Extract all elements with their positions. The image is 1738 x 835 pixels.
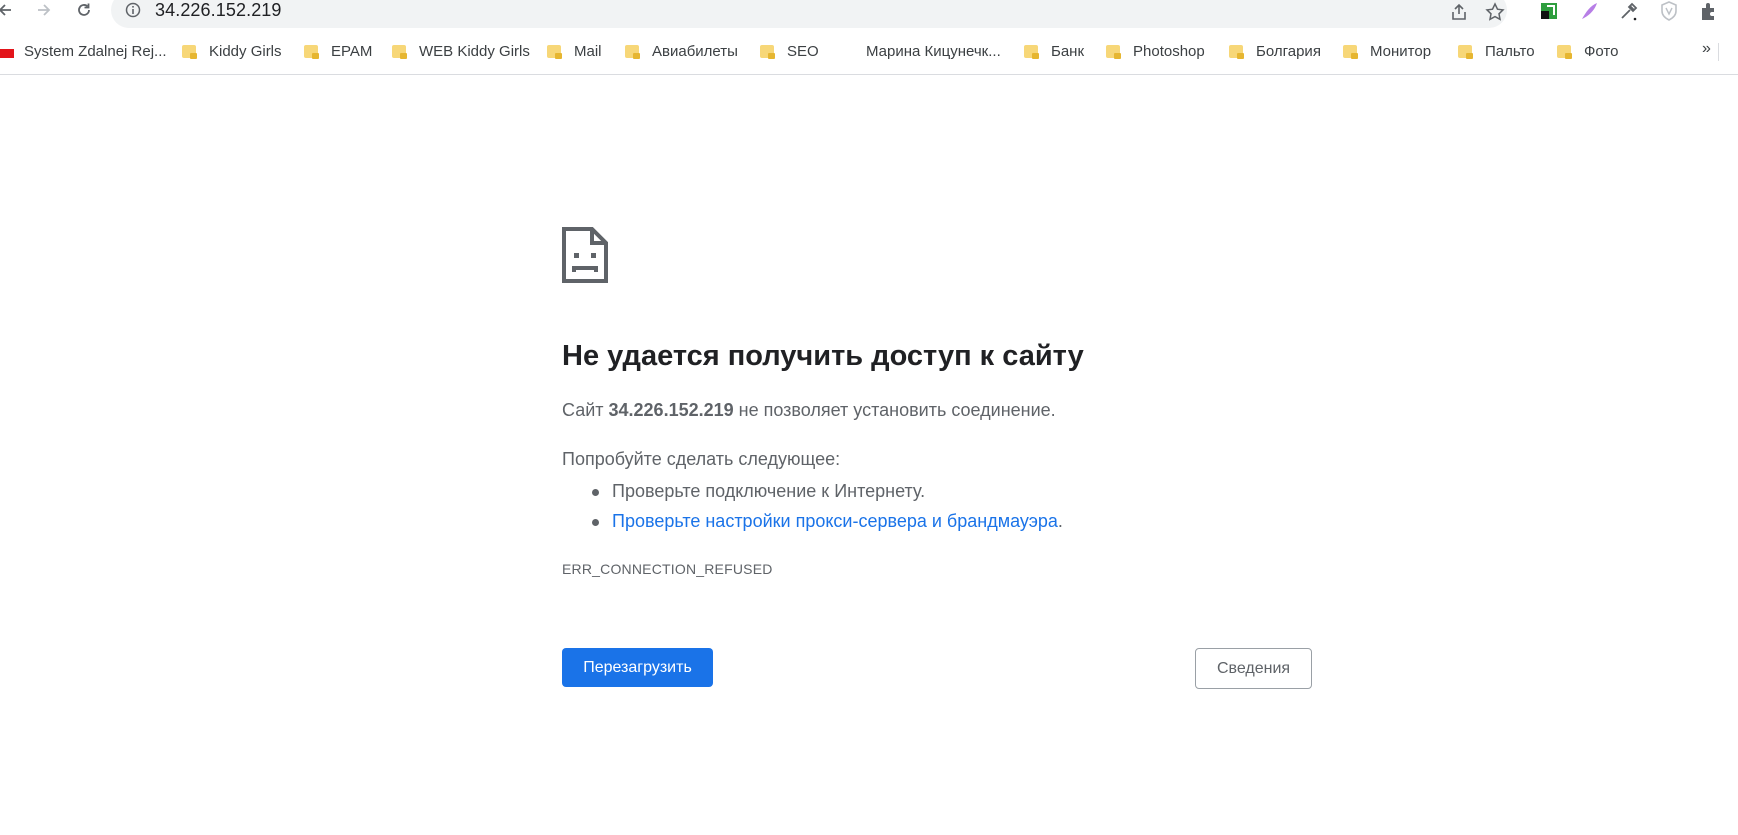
bookmark-folder[interactable]: Mail xyxy=(547,38,602,64)
bookmark-label: Монитор xyxy=(1370,42,1432,60)
forward-icon[interactable] xyxy=(34,0,54,20)
bookmark-folder[interactable]: EPAM xyxy=(304,38,372,64)
share-icon[interactable] xyxy=(1448,1,1470,23)
suggestion-check-connection: Проверьте подключение к Интернету. xyxy=(612,481,926,501)
error-code: ERR_CONNECTION_REFUSED xyxy=(562,561,773,577)
bookmark-folder[interactable]: Авиабилеты xyxy=(625,38,738,64)
reload-button[interactable]: Перезагрузить xyxy=(562,648,713,687)
bookmark-label: Авиабилеты xyxy=(652,42,738,60)
suggestion-item: Проверьте подключение к Интернету. xyxy=(562,480,1063,510)
folder-icon xyxy=(760,43,775,59)
site-info-icon[interactable] xyxy=(125,2,141,18)
bookmark-label: EPAM xyxy=(331,42,373,60)
bookmark-item[interactable]: System Zdalnej Rej... xyxy=(24,38,167,64)
suggestion-period: . xyxy=(1057,511,1063,531)
extension-green-icon[interactable] xyxy=(1538,0,1560,22)
bookmark-label: SEO xyxy=(787,42,819,60)
folder-icon xyxy=(304,43,319,59)
eyedropper-icon[interactable] xyxy=(1618,0,1640,22)
bookmark-label: Пальто xyxy=(1485,42,1535,60)
bookmark-folder[interactable]: Болгария xyxy=(1229,38,1321,64)
reload-icon[interactable] xyxy=(74,0,94,20)
bookmark-label: Банк xyxy=(1051,42,1085,60)
suggestions-heading: Попробуйте сделать следующее: xyxy=(562,449,841,469)
error-host: 34.226.152.219 xyxy=(608,400,734,420)
bookmarks-divider xyxy=(1718,43,1719,61)
bookmark-label: Kiddy Girls xyxy=(209,42,282,60)
bookmark-label: Mail xyxy=(574,42,602,60)
bookmark-label: System Zdalnej Rej... xyxy=(24,42,167,60)
error-description: Сайт 34.226.152.219 не позволяет установ… xyxy=(562,400,1056,421)
error-description-prefix: Сайт xyxy=(562,400,609,420)
bookmark-star-icon[interactable] xyxy=(1484,1,1506,23)
url-text[interactable]: 34.226.152.219 xyxy=(155,0,282,21)
sad-page-icon xyxy=(562,227,608,283)
folder-icon xyxy=(625,43,640,59)
folder-icon xyxy=(1106,43,1121,59)
folder-icon xyxy=(1557,43,1572,59)
bookmark-label: Болгария xyxy=(1256,42,1321,60)
bookmark-label: Photoshop xyxy=(1133,42,1205,60)
folder-icon xyxy=(1343,43,1358,59)
folder-icon xyxy=(392,43,407,59)
bookmark-folder[interactable]: Пальто xyxy=(1458,38,1535,64)
browser-toolbar: 34.226.152.219 xyxy=(0,0,1738,28)
extension-feather-icon[interactable] xyxy=(1578,0,1600,22)
bookmark-item[interactable]: Марина Кицунечк... xyxy=(866,38,1001,64)
error-title: Не удается получить доступ к сайту xyxy=(562,340,1084,372)
bookmark-folder[interactable]: Монитор xyxy=(1343,38,1431,64)
folder-icon xyxy=(1229,43,1244,59)
bookmark-folder[interactable]: WEB Kiddy Girls xyxy=(392,38,530,64)
bookmark-label: Марина Кицунечк... xyxy=(866,42,1001,60)
folder-icon xyxy=(1458,43,1473,59)
shield-extension-icon[interactable] xyxy=(1658,0,1680,22)
folder-icon xyxy=(1024,43,1039,59)
proxy-firewall-settings-link[interactable]: Проверьте настройки прокси-сервера и бра… xyxy=(612,511,1058,531)
suggestion-item: Проверьте настройки прокси-сервера и бра… xyxy=(562,510,1063,540)
bookmark-folder[interactable]: SEO xyxy=(760,38,819,64)
details-button[interactable]: Сведения xyxy=(1195,648,1312,689)
bookmark-folder[interactable]: Photoshop xyxy=(1106,38,1205,64)
folder-icon xyxy=(182,43,197,59)
bookmark-folder[interactable]: Kiddy Girls xyxy=(182,38,282,64)
bookmark-label: Фото xyxy=(1584,42,1619,60)
address-bar[interactable]: 34.226.152.219 xyxy=(111,0,1507,28)
suggestions-list: Проверьте подключение к Интернету. Прове… xyxy=(562,480,1063,540)
bookmarks-bar: System Zdalnej Rej... Kiddy Girls EPAM W… xyxy=(0,38,1738,75)
back-icon[interactable] xyxy=(0,0,15,20)
bookmark-label: WEB Kiddy Girls xyxy=(419,42,530,60)
extensions-puzzle-icon[interactable] xyxy=(1698,0,1720,22)
folder-icon xyxy=(547,43,562,59)
bookmarks-overflow-chevron-icon[interactable]: » xyxy=(1702,40,1711,58)
bookmark-favicon-icon xyxy=(0,49,14,58)
bookmark-folder[interactable]: Банк xyxy=(1024,38,1084,64)
error-description-suffix: не позволяет установить соединение. xyxy=(733,400,1056,420)
bookmark-folder[interactable]: Фото xyxy=(1557,38,1618,64)
